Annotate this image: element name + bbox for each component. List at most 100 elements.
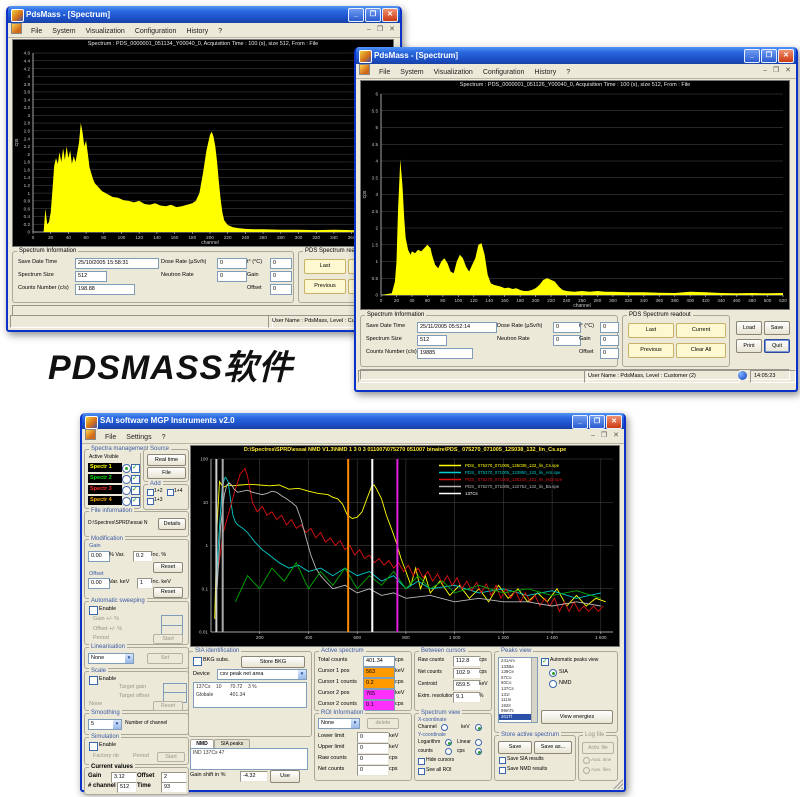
previous-button[interactable]: Previous (304, 279, 346, 294)
lower-limit-value[interactable]: 0 (357, 732, 389, 743)
menu-system[interactable]: System (395, 66, 428, 80)
kev-radio[interactable] (475, 724, 482, 731)
menu-file[interactable]: File (26, 25, 47, 39)
spectr2-active-radio[interactable] (122, 475, 131, 484)
minimize-button[interactable]: _ (744, 49, 760, 63)
gain-reset-button[interactable]: Reset (153, 562, 183, 573)
close-button[interactable]: ✕ (778, 49, 794, 63)
counts-value[interactable]: 19885 (417, 348, 473, 359)
save-nmd-results-checkbox[interactable] (499, 767, 506, 774)
offset-value[interactable]: 0 (600, 348, 619, 359)
linearisation-select[interactable]: None (88, 653, 134, 664)
spectr3-label[interactable]: Spectr 3 (88, 485, 122, 494)
sai-spectrum-plot[interactable]: D:\Spectres\SPRD\essai NMD V1.3\NMD 1 3 … (190, 445, 620, 647)
bkg-subs-checkbox[interactable] (193, 657, 202, 666)
use-button[interactable]: Use (270, 770, 300, 783)
automatic-peaks-checkbox[interactable] (541, 658, 549, 666)
menu-help[interactable]: ? (157, 431, 171, 445)
title-bar[interactable]: PdsMass - [Spectrum] _ ❐ ✕ (356, 47, 796, 64)
menu-settings[interactable]: Settings (121, 431, 156, 445)
channel-radio[interactable] (441, 724, 448, 731)
isotope-listbox[interactable]: 241Am 133Ba 139Ce 57Co 60Co 137Cs 131I 1… (498, 657, 538, 723)
menu-history[interactable]: History (181, 25, 213, 39)
sweeping-enable-checkbox[interactable] (89, 606, 98, 615)
sai-spectrum-chart[interactable]: 1001010.10.012004006008001 0001 2001 400… (191, 455, 619, 646)
view-energies-button[interactable]: View energies (541, 710, 613, 724)
close-button[interactable]: ✕ (382, 8, 398, 22)
save-date-value[interactable]: 25/11/2005 05:52:14 (417, 322, 497, 333)
spectr1-label[interactable]: Spectr 1 (88, 463, 122, 472)
quit-button[interactable]: Quit (764, 339, 790, 353)
offset-reset-button[interactable]: Reset (153, 587, 183, 598)
last-button[interactable]: Last (628, 323, 674, 338)
linear-radio[interactable] (475, 739, 482, 746)
gain-value[interactable]: 0 (270, 271, 292, 282)
save-sia-results-checkbox[interactable] (499, 757, 506, 764)
counts-value[interactable]: 198.88 (75, 284, 135, 295)
add-1-4-checkbox[interactable] (167, 489, 174, 496)
neutron-rate-value[interactable]: 0 (553, 335, 581, 346)
minimize-button[interactable]: _ (572, 415, 588, 429)
details-button[interactable]: Details (158, 518, 186, 530)
title-bar[interactable]: PdsMass - [Spectrum] _ ❐ ✕ (8, 6, 400, 23)
listbox-scrollbar[interactable] (531, 658, 537, 722)
sia-radio[interactable] (549, 669, 557, 677)
gain-shift-value[interactable]: -4.32 (240, 771, 268, 782)
file-button[interactable]: File (147, 467, 186, 479)
add-1-3-checkbox[interactable] (147, 498, 154, 505)
sia-results-list[interactable]: 137Cs 10 70.72 3 % Globale 401.34 (193, 682, 307, 708)
previous-button[interactable]: Previous (628, 343, 674, 358)
spectr2-visible-checkbox[interactable] (131, 475, 140, 484)
title-bar[interactable]: SAI software MGP Instruments v2.0 _ ❐ ✕ (82, 413, 624, 429)
sia-result-row[interactable]: Globale 401.34 (194, 691, 306, 699)
gain-spinner[interactable]: 0.00 (88, 551, 110, 562)
menu-configuration[interactable]: Configuration (478, 66, 530, 80)
upper-limit-value[interactable]: 0 (357, 743, 389, 754)
menu-file[interactable]: File (374, 66, 395, 80)
scale-enable-checkbox[interactable] (89, 676, 98, 685)
spectr4-active-radio[interactable] (122, 497, 131, 506)
mdi-child-buttons[interactable]: – ❐ ✕ (367, 23, 397, 37)
logarithm-radio[interactable] (445, 739, 452, 746)
menu-help[interactable]: ? (561, 66, 575, 80)
spectr2-label[interactable]: Spectr 2 (88, 474, 122, 483)
smoothing-select[interactable]: 5 (88, 719, 122, 730)
menu-visualization[interactable]: Visualization (429, 66, 478, 80)
mdi-child-buttons[interactable]: – ❐ ✕ (763, 64, 793, 78)
load-button[interactable]: Load (736, 321, 762, 335)
spectr3-visible-checkbox[interactable] (131, 486, 140, 495)
menu-help[interactable]: ? (213, 25, 227, 39)
offset-spinner[interactable]: 0.00 (88, 578, 110, 589)
menu-history[interactable]: History (529, 66, 561, 80)
maximize-button[interactable]: ❐ (589, 415, 605, 429)
save-button[interactable]: Save (764, 321, 790, 335)
save-as-button[interactable]: Save as... (534, 741, 572, 754)
real-time-button[interactable]: Real time (147, 454, 186, 466)
dose-rate-value[interactable]: 0 (217, 258, 247, 269)
spectrum-size-value[interactable]: 512 (75, 271, 107, 282)
simulation-enable-checkbox[interactable] (89, 742, 98, 751)
gain-value[interactable]: 0 (600, 335, 619, 346)
temp-value[interactable]: 0 (600, 322, 619, 333)
nmd-radio[interactable] (549, 680, 557, 688)
offset-value[interactable]: 0 (270, 284, 292, 295)
save-date-value[interactable]: 25/10/2005 15:58:31 (75, 258, 159, 269)
spectr4-label[interactable]: Spectr 4 (88, 496, 122, 505)
menu-file[interactable]: File (100, 431, 121, 445)
roi-select[interactable]: None (318, 718, 360, 729)
temp-value[interactable]: 0 (270, 258, 292, 269)
hide-cursors-checkbox[interactable] (418, 758, 425, 765)
spectr1-active-radio[interactable] (122, 464, 131, 473)
save-spectrum-button[interactable]: Save (498, 741, 532, 754)
counts-radio[interactable] (445, 748, 452, 755)
add-1-2-checkbox[interactable] (147, 489, 154, 496)
spectr1-visible-checkbox[interactable] (131, 464, 140, 473)
spectr4-visible-checkbox[interactable] (131, 497, 140, 506)
menu-visualization[interactable]: Visualization (81, 25, 130, 39)
dose-rate-value[interactable]: 0 (553, 322, 581, 333)
device-select[interactable]: csv peak net area (217, 669, 307, 680)
sia-result-row[interactable]: 137Cs 10 70.72 3 % (194, 683, 306, 691)
cps-radio[interactable] (475, 748, 482, 755)
maximize-button[interactable]: ❐ (365, 8, 381, 22)
menu-configuration[interactable]: Configuration (130, 25, 182, 39)
